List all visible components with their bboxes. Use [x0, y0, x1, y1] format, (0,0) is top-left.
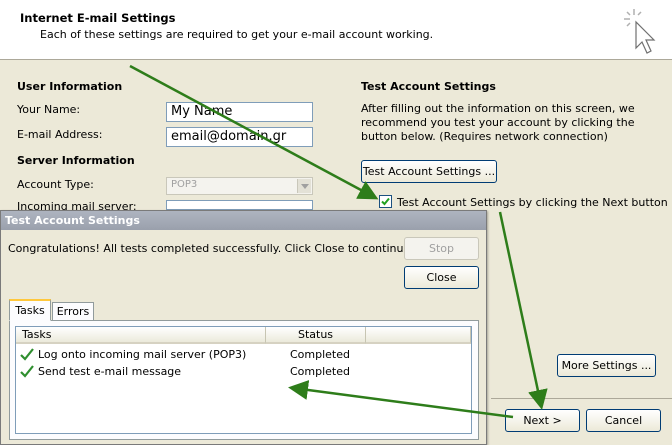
- more-settings-button[interactable]: More Settings ...: [557, 354, 656, 377]
- user-info-title: User Information: [17, 80, 123, 93]
- cursor-click-icon: [620, 6, 664, 56]
- task-name: Log onto incoming mail server (POP3): [38, 348, 247, 361]
- task-status: Completed: [290, 348, 350, 361]
- account-type-value: POP3: [171, 179, 198, 190]
- footer-divider: [491, 398, 672, 399]
- test-account-settings-dialog: Test Account Settings Congratulations! A…: [0, 210, 487, 445]
- check-icon: [381, 197, 390, 206]
- close-button[interactable]: Close: [404, 266, 479, 289]
- column-header-tasks[interactable]: Tasks: [16, 327, 266, 344]
- header-subtitle: Each of these settings are required to g…: [40, 28, 434, 41]
- table-row[interactable]: Log onto incoming mail server (POP3) Com…: [16, 347, 471, 363]
- check-icon: [20, 348, 34, 361]
- next-button[interactable]: Next >: [505, 409, 580, 432]
- cancel-button[interactable]: Cancel: [586, 409, 661, 432]
- annotation-arrow: [498, 211, 548, 410]
- dialog-title: Test Account Settings: [1, 211, 486, 230]
- dialog-message: Congratulations! All tests completed suc…: [8, 242, 414, 255]
- stop-button[interactable]: Stop: [404, 237, 479, 260]
- test-settings-title: Test Account Settings: [361, 80, 496, 93]
- test-next-checkbox-label: Test Account Settings by clicking the Ne…: [397, 196, 668, 209]
- test-account-settings-button[interactable]: Test Account Settings ...: [361, 160, 497, 183]
- account-type-select[interactable]: POP3: [166, 177, 313, 195]
- column-header-empty: [366, 327, 471, 344]
- tasks-list: Tasks Status Log onto incoming mail serv…: [15, 326, 472, 434]
- tab-tasks[interactable]: Tasks: [9, 299, 51, 321]
- task-status: Completed: [290, 365, 350, 378]
- email-field[interactable]: email@domain.gr: [166, 127, 313, 147]
- name-label: Your Name:: [17, 103, 81, 116]
- incoming-server-field[interactable]: [166, 200, 313, 210]
- dropdown-arrow-icon: [297, 179, 311, 193]
- account-type-label: Account Type:: [17, 178, 94, 191]
- test-next-checkbox[interactable]: [379, 195, 392, 208]
- test-settings-description: After filling out the information on thi…: [361, 102, 635, 143]
- wizard-header: Internet E-mail Settings Each of these s…: [0, 0, 672, 60]
- incoming-server-label: Incoming mail server:: [17, 200, 137, 210]
- check-icon: [20, 365, 34, 378]
- column-header-status[interactable]: Status: [266, 327, 366, 344]
- header-title: Internet E-mail Settings: [20, 11, 176, 25]
- task-name: Send test e-mail message: [38, 365, 182, 378]
- table-row[interactable]: Send test e-mail message Completed: [16, 364, 471, 380]
- email-label: E-mail Address:: [17, 128, 103, 141]
- name-field[interactable]: My Name: [166, 102, 313, 122]
- tab-errors[interactable]: Errors: [52, 302, 94, 320]
- server-info-title: Server Information: [17, 154, 135, 167]
